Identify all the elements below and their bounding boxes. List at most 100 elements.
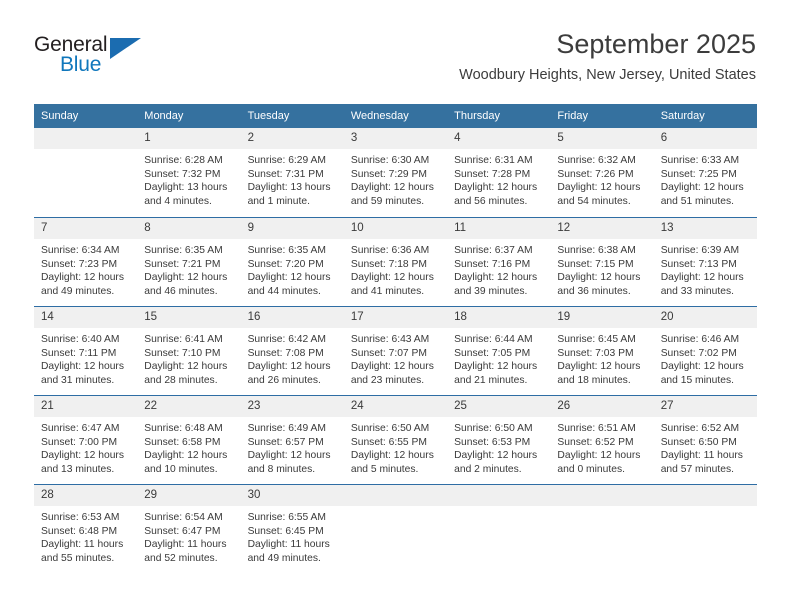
day-cell[interactable]: 12 Sunrise: 6:38 AM Sunset: 7:15 PM Dayl… (550, 217, 654, 306)
sunrise-text: Sunrise: 6:30 AM (350, 155, 430, 166)
day-details: Sunrise: 6:42 AM Sunset: 7:08 PM Dayligh… (241, 328, 344, 387)
daylight-text-line1: Daylight: 12 hours (557, 361, 641, 373)
daylight-text-line1: Daylight: 11 hours (247, 539, 330, 551)
day-cell[interactable]: 30 Sunrise: 6:55 AM Sunset: 6:45 PM Dayl… (240, 484, 344, 573)
sunset-text: Sunset: 7:20 PM (247, 258, 324, 270)
sunrise-text: Sunrise: 6:36 AM (350, 245, 430, 256)
weekday-header-saturday: Saturday (653, 104, 757, 128)
day-number: 29 (137, 485, 241, 506)
day-cell[interactable]: 25 Sunrise: 6:50 AM Sunset: 6:53 PM Dayl… (447, 395, 551, 484)
daylight-text-line2: and 18 minutes. (557, 374, 631, 386)
daylight-text-line2: and 0 minutes. (557, 463, 625, 475)
day-details: Sunrise: 6:50 AM Sunset: 6:55 PM Dayligh… (344, 417, 447, 476)
daylight-text-line2: and 5 minutes. (350, 463, 419, 475)
day-number: 12 (550, 218, 654, 239)
day-details: Sunrise: 6:50 AM Sunset: 6:53 PM Dayligh… (447, 417, 550, 476)
day-cell[interactable] (34, 128, 138, 217)
daylight-text-line1: Daylight: 12 hours (557, 450, 641, 462)
day-number: 20 (653, 307, 757, 328)
sunset-text: Sunset: 7:23 PM (41, 258, 118, 270)
day-cell[interactable]: 20 Sunrise: 6:46 AM Sunset: 7:02 PM Dayl… (653, 306, 757, 395)
day-number: 27 (653, 396, 757, 417)
day-number (447, 485, 551, 506)
sunset-text: Sunset: 6:53 PM (454, 436, 531, 448)
day-cell[interactable] (447, 484, 551, 573)
daylight-text-line2: and 36 minutes. (557, 285, 631, 297)
day-details: Sunrise: 6:55 AM Sunset: 6:45 PM Dayligh… (241, 506, 344, 565)
page-title: September 2025 (556, 29, 756, 59)
day-number: 14 (34, 307, 138, 328)
sunrise-text: Sunrise: 6:38 AM (557, 245, 636, 256)
sunset-text: Sunset: 6:57 PM (247, 436, 324, 448)
day-cell[interactable]: 8 Sunrise: 6:35 AM Sunset: 7:21 PM Dayli… (137, 217, 241, 306)
sunset-text: Sunset: 6:55 PM (350, 436, 427, 448)
day-cell[interactable] (653, 484, 757, 573)
day-cell[interactable]: 26 Sunrise: 6:51 AM Sunset: 6:52 PM Dayl… (550, 395, 654, 484)
day-cell[interactable]: 11 Sunrise: 6:37 AM Sunset: 7:16 PM Dayl… (447, 217, 551, 306)
day-cell[interactable]: 1 Sunrise: 6:28 AM Sunset: 7:32 PM Dayli… (137, 128, 241, 217)
day-cell[interactable] (343, 484, 448, 573)
day-number: 24 (343, 396, 448, 417)
day-details: Sunrise: 6:53 AM Sunset: 6:48 PM Dayligh… (34, 506, 137, 565)
daylight-text-line2: and 56 minutes. (454, 195, 528, 207)
day-cell[interactable]: 22 Sunrise: 6:48 AM Sunset: 6:58 PM Dayl… (137, 395, 241, 484)
weekday-header-sunday: Sunday (34, 104, 138, 128)
day-details: Sunrise: 6:51 AM Sunset: 6:52 PM Dayligh… (550, 417, 653, 476)
day-number: 26 (550, 396, 654, 417)
day-cell[interactable]: 16 Sunrise: 6:42 AM Sunset: 7:08 PM Dayl… (240, 306, 344, 395)
day-details: Sunrise: 6:28 AM Sunset: 7:32 PM Dayligh… (137, 149, 240, 208)
sunset-text: Sunset: 7:05 PM (454, 347, 531, 359)
day-cell[interactable]: 27 Sunrise: 6:52 AM Sunset: 6:50 PM Dayl… (653, 395, 757, 484)
calendar-header-row: Sunday Monday Tuesday Wednesday Thursday… (34, 104, 757, 128)
daylight-text-line1: Daylight: 12 hours (454, 182, 538, 194)
weekday-header-thursday: Thursday (447, 104, 551, 128)
day-details: Sunrise: 6:34 AM Sunset: 7:23 PM Dayligh… (34, 239, 137, 298)
day-details (447, 506, 550, 511)
day-cell[interactable]: 21 Sunrise: 6:47 AM Sunset: 7:00 PM Dayl… (34, 395, 138, 484)
day-cell[interactable]: 23 Sunrise: 6:49 AM Sunset: 6:57 PM Dayl… (240, 395, 344, 484)
day-number: 13 (653, 218, 757, 239)
day-cell[interactable]: 10 Sunrise: 6:36 AM Sunset: 7:18 PM Dayl… (343, 217, 448, 306)
sunset-text: Sunset: 7:03 PM (557, 347, 634, 359)
logo-triangle-icon (110, 38, 141, 59)
day-number: 10 (343, 218, 448, 239)
day-cell[interactable]: 19 Sunrise: 6:45 AM Sunset: 7:03 PM Dayl… (550, 306, 654, 395)
day-cell[interactable]: 9 Sunrise: 6:35 AM Sunset: 7:20 PM Dayli… (240, 217, 344, 306)
day-cell[interactable]: 24 Sunrise: 6:50 AM Sunset: 6:55 PM Dayl… (343, 395, 448, 484)
day-cell[interactable]: 28 Sunrise: 6:53 AM Sunset: 6:48 PM Dayl… (34, 484, 138, 573)
daylight-text-line1: Daylight: 12 hours (660, 272, 744, 284)
day-cell[interactable]: 17 Sunrise: 6:43 AM Sunset: 7:07 PM Dayl… (343, 306, 448, 395)
day-cell[interactable]: 15 Sunrise: 6:41 AM Sunset: 7:10 PM Dayl… (137, 306, 241, 395)
day-cell[interactable]: 7 Sunrise: 6:34 AM Sunset: 7:23 PM Dayli… (34, 217, 138, 306)
day-number: 22 (137, 396, 241, 417)
day-cell[interactable]: 29 Sunrise: 6:54 AM Sunset: 6:47 PM Dayl… (137, 484, 241, 573)
day-details (550, 506, 653, 511)
daylight-text-line2: and 33 minutes. (660, 285, 734, 297)
daylight-text-line2: and 44 minutes. (247, 285, 321, 297)
calendar-week-row: 14 Sunrise: 6:40 AM Sunset: 7:11 PM Dayl… (34, 306, 757, 395)
day-cell[interactable]: 6 Sunrise: 6:33 AM Sunset: 7:25 PM Dayli… (653, 128, 757, 217)
sunrise-text: Sunrise: 6:29 AM (247, 155, 326, 166)
day-details: Sunrise: 6:48 AM Sunset: 6:58 PM Dayligh… (137, 417, 240, 476)
sunrise-text: Sunrise: 6:43 AM (350, 334, 430, 345)
day-cell[interactable]: 3 Sunrise: 6:30 AM Sunset: 7:29 PM Dayli… (343, 128, 448, 217)
day-cell[interactable]: 2 Sunrise: 6:29 AM Sunset: 7:31 PM Dayli… (240, 128, 344, 217)
weekday-header-wednesday: Wednesday (343, 104, 448, 128)
day-cell[interactable]: 4 Sunrise: 6:31 AM Sunset: 7:28 PM Dayli… (447, 128, 551, 217)
day-cell[interactable]: 13 Sunrise: 6:39 AM Sunset: 7:13 PM Dayl… (653, 217, 757, 306)
day-cell[interactable]: 18 Sunrise: 6:44 AM Sunset: 7:05 PM Dayl… (447, 306, 551, 395)
day-details: Sunrise: 6:36 AM Sunset: 7:18 PM Dayligh… (344, 239, 447, 298)
weekday-header-friday: Friday (550, 104, 654, 128)
day-cell[interactable]: 5 Sunrise: 6:32 AM Sunset: 7:26 PM Dayli… (550, 128, 654, 217)
calendar-week-row: 28 Sunrise: 6:53 AM Sunset: 6:48 PM Dayl… (34, 484, 757, 573)
day-cell[interactable] (550, 484, 654, 573)
sunrise-text: Sunrise: 6:54 AM (144, 512, 223, 523)
sunset-text: Sunset: 7:31 PM (247, 168, 324, 180)
sunrise-text: Sunrise: 6:41 AM (144, 334, 223, 345)
day-details: Sunrise: 6:44 AM Sunset: 7:05 PM Dayligh… (447, 328, 550, 387)
sunrise-text: Sunrise: 6:37 AM (454, 245, 533, 256)
day-details: Sunrise: 6:30 AM Sunset: 7:29 PM Dayligh… (344, 149, 447, 208)
general-blue-logo[interactable]: General Blue (34, 33, 164, 87)
day-cell[interactable]: 14 Sunrise: 6:40 AM Sunset: 7:11 PM Dayl… (34, 306, 138, 395)
sunset-text: Sunset: 7:10 PM (144, 347, 221, 359)
